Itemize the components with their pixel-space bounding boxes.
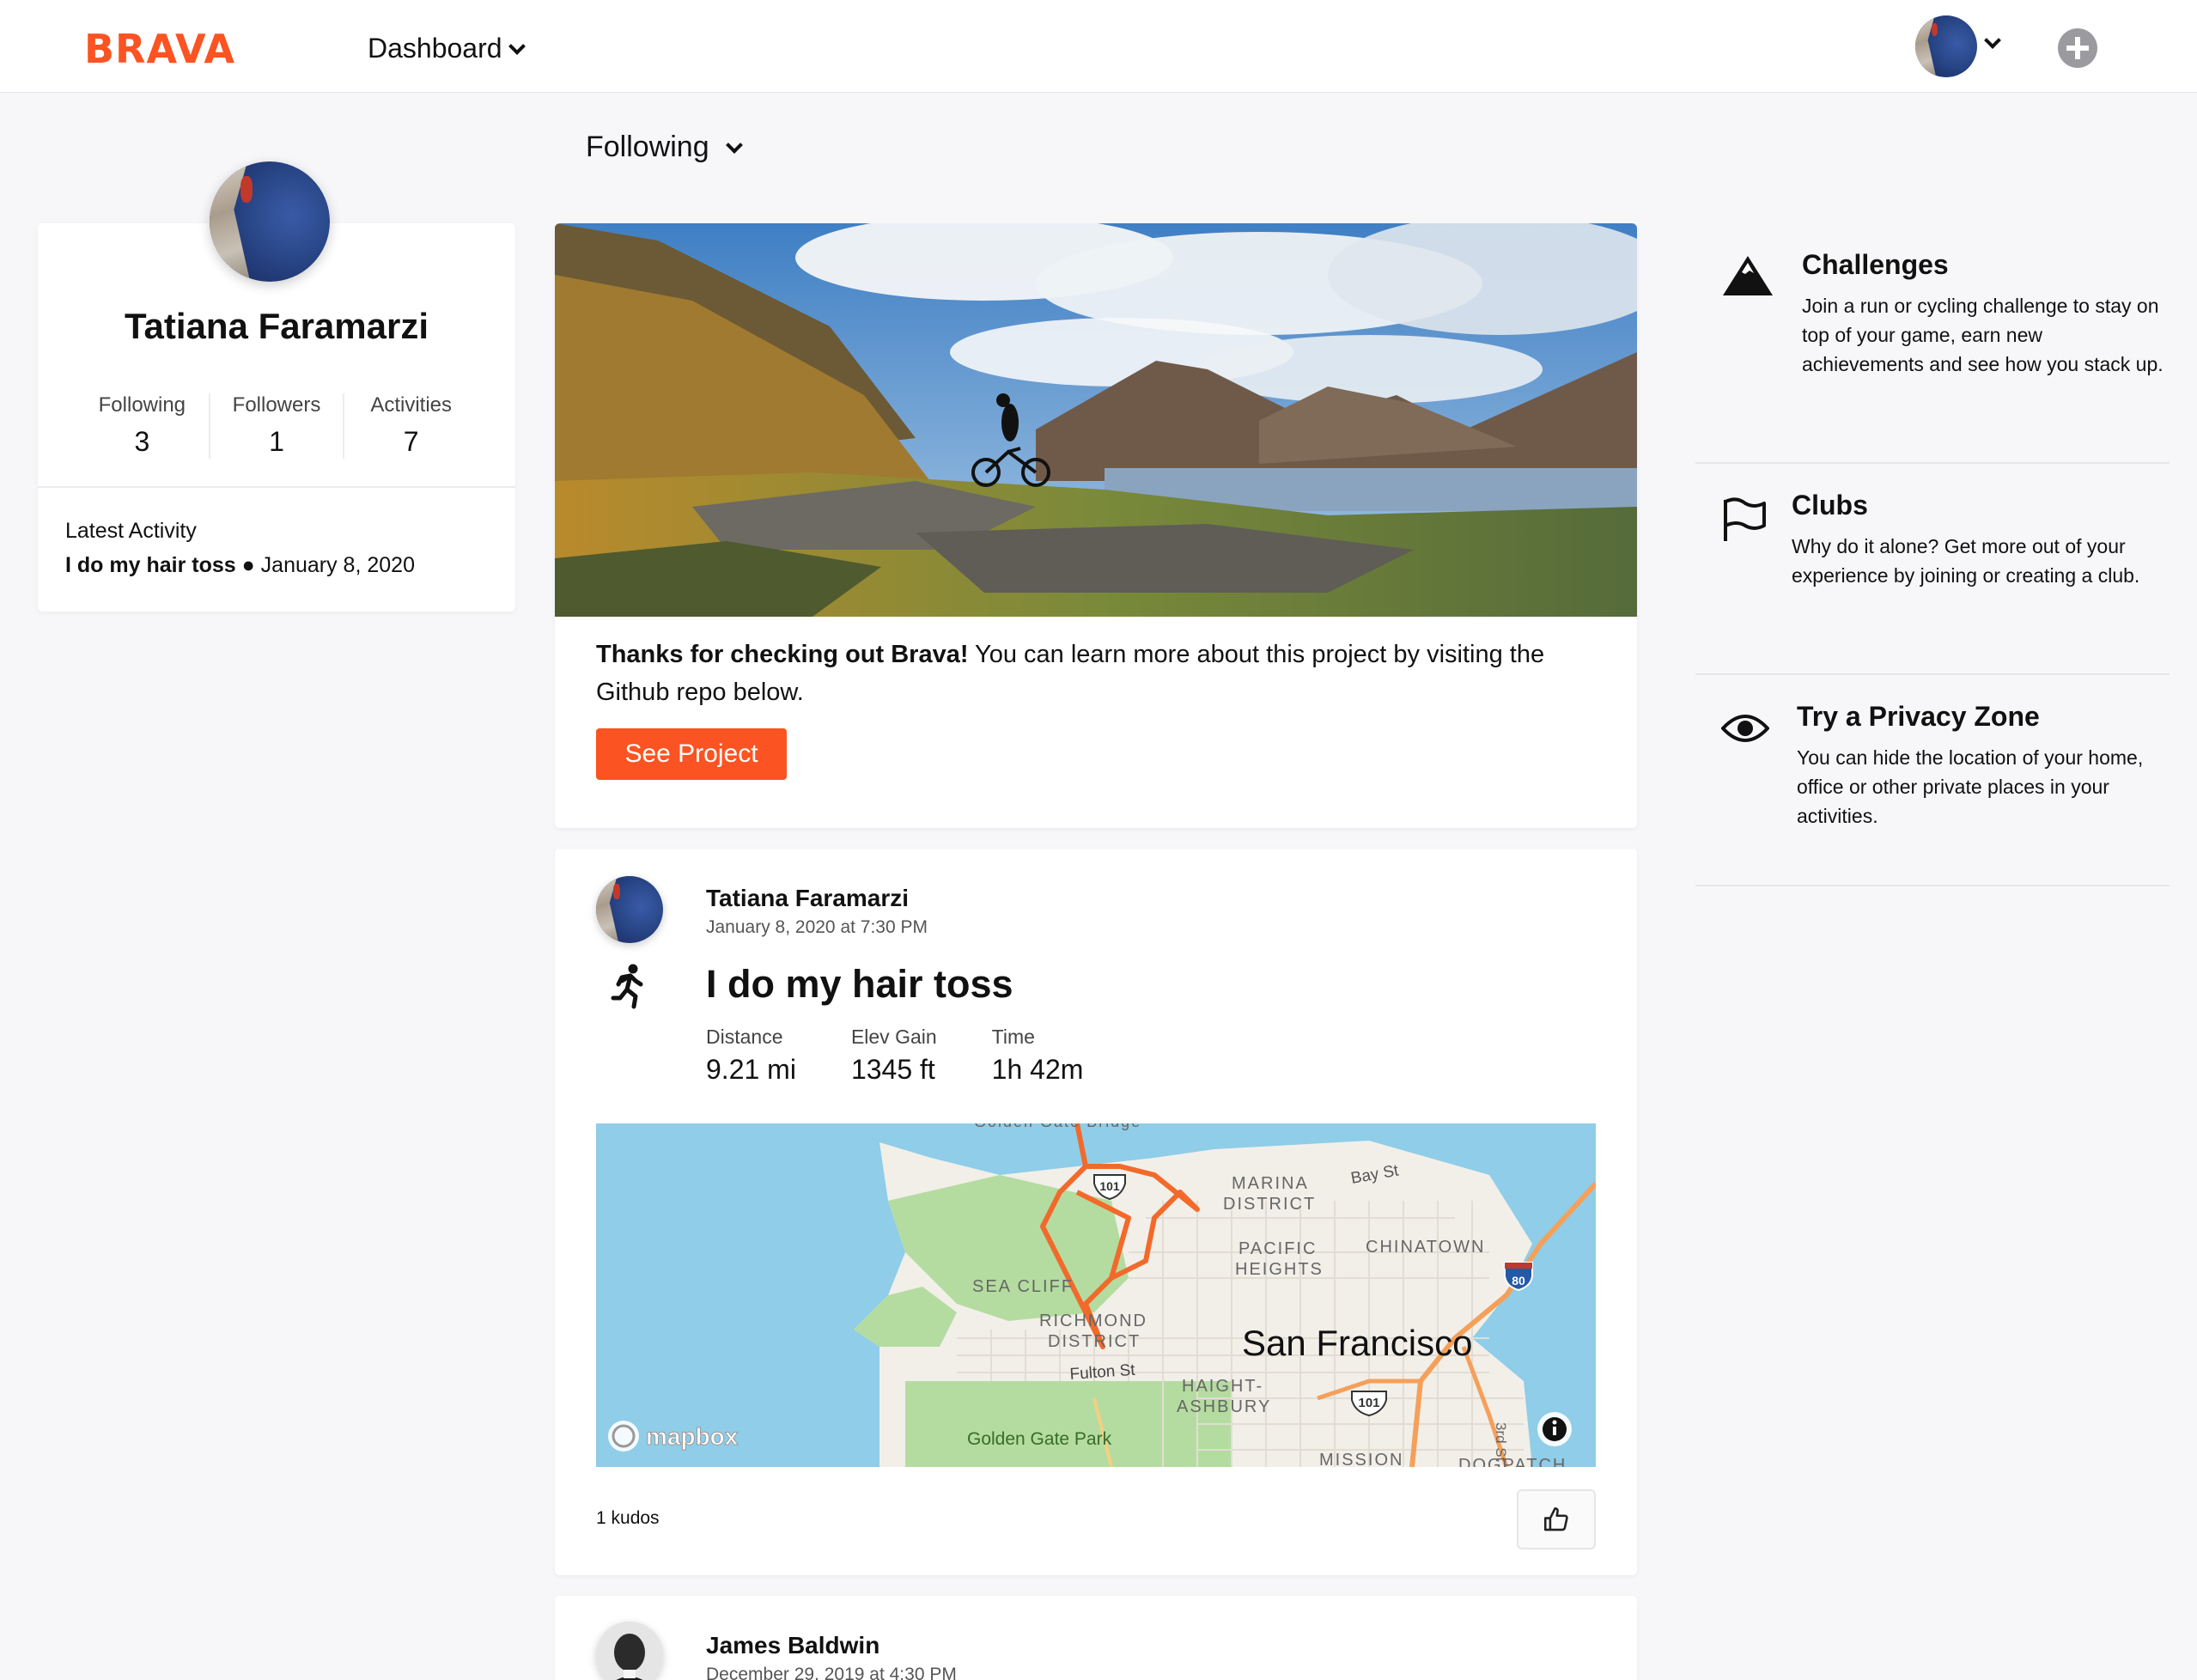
sidebar-item-challenges[interactable]: Challenges Join a run or cycling challen… bbox=[1695, 249, 2170, 464]
mapbox-logo: mapbox bbox=[608, 1421, 739, 1452]
metric-label: Distance bbox=[706, 1026, 783, 1048]
map-label-3rd-st: 3rd St bbox=[1493, 1422, 1509, 1462]
give-kudos-button[interactable] bbox=[1517, 1489, 1596, 1549]
activity-author[interactable]: James Baldwin bbox=[706, 1632, 879, 1659]
sidebar-item-privacy-zone[interactable]: Try a Privacy Zone You can hide the loca… bbox=[1695, 701, 2170, 886]
map-label-haight: HAIGHT- bbox=[1182, 1377, 1263, 1396]
stat-label: Followers bbox=[232, 393, 321, 417]
map-label-heights: HEIGHTS bbox=[1235, 1260, 1324, 1279]
sidebar-desc: You can hide the location of your home, … bbox=[1797, 746, 2144, 827]
map-label-chinatown: CHINATOWN bbox=[1366, 1238, 1485, 1257]
map-label-richmond-district: DISTRICT bbox=[1048, 1332, 1141, 1351]
latest-activity: I do my hair toss ● January 8, 2020 bbox=[65, 553, 415, 578]
flag-icon bbox=[1724, 497, 1766, 541]
activity-author[interactable]: Tatiana Faramarzi bbox=[706, 885, 909, 912]
activity-date: January 8, 2020 at 7:30 PM bbox=[706, 917, 928, 937]
bullet-separator: ● bbox=[235, 553, 261, 577]
avatar[interactable] bbox=[596, 876, 663, 943]
metric-time: Time 1h 42m bbox=[992, 1026, 1084, 1086]
sidebar-title: Clubs bbox=[1792, 490, 1868, 520]
map-label-sea-cliff: SEA CLIFF bbox=[972, 1277, 1074, 1296]
latest-activity-label: Latest Activity bbox=[65, 519, 197, 543]
stat-label: Activities bbox=[370, 393, 453, 417]
stat-following[interactable]: Following 3 bbox=[76, 393, 210, 459]
activity-date: December 29, 2019 at 4:30 PM bbox=[706, 1665, 957, 1680]
metric-label: Elev Gain bbox=[850, 1026, 937, 1048]
activity-metrics: Distance 9.21 mi Elev Gain 1345 ft Time … bbox=[706, 1026, 1083, 1086]
metric-value: 1345 ft bbox=[850, 1054, 935, 1085]
stat-value: 7 bbox=[403, 426, 419, 457]
welcome-card: Thanks for checking out Brava! You can l… bbox=[555, 223, 1637, 828]
stat-value: 1 bbox=[269, 426, 284, 457]
route-map[interactable]: 101 101 80 Golden Gate Bridge MARINA DIS… bbox=[596, 1123, 1596, 1467]
kudos-count[interactable]: 1 kudos bbox=[596, 1508, 660, 1529]
map-label-city: San Francisco bbox=[1242, 1323, 1472, 1363]
latest-activity-date: January 8, 2020 bbox=[260, 553, 415, 577]
hwy-101-label: 101 bbox=[1099, 1179, 1120, 1193]
dashboard-label: Dashboard bbox=[368, 33, 502, 64]
user-avatar[interactable] bbox=[1915, 15, 1977, 77]
stat-followers[interactable]: Followers 1 bbox=[210, 393, 345, 459]
activity-card: Tatiana Faramarzi January 8, 2020 at 7:3… bbox=[555, 849, 1637, 1575]
metric-elev-gain: Elev Gain 1345 ft bbox=[851, 1026, 937, 1086]
chevron-down-icon[interactable] bbox=[1984, 32, 2001, 49]
metric-distance: Distance 9.21 mi bbox=[706, 1026, 796, 1086]
brava-logo[interactable]: BRAVA bbox=[84, 26, 235, 72]
sidebar-item-clubs[interactable]: Clubs Why do it alone? Get more out of y… bbox=[1695, 490, 2170, 675]
mountain-icon bbox=[1723, 256, 1773, 295]
feed-filter-select[interactable]: Following bbox=[586, 131, 743, 164]
welcome-bold: Thanks for checking out Brava! bbox=[596, 641, 969, 668]
dashboard-menu[interactable]: Dashboard bbox=[368, 33, 526, 64]
mapbox-attribution: mapbox bbox=[646, 1423, 739, 1450]
stat-label: Following bbox=[98, 393, 186, 417]
see-project-button[interactable]: See Project bbox=[596, 728, 787, 780]
metric-label: Time bbox=[991, 1026, 1035, 1048]
latest-activity-title[interactable]: I do my hair toss bbox=[65, 553, 236, 577]
eye-icon bbox=[1721, 715, 1769, 742]
sidebar-title: Challenges bbox=[1802, 249, 1949, 280]
hwy-101-label: 101 bbox=[1358, 1396, 1379, 1410]
stat-activities[interactable]: Activities 7 bbox=[344, 393, 478, 459]
chevron-down-icon bbox=[508, 37, 526, 55]
metric-value: 1h 42m bbox=[991, 1054, 1084, 1085]
i80-label: 80 bbox=[1512, 1274, 1525, 1287]
map-label-golden-gate-bridge: Golden Gate Bridge bbox=[974, 1123, 1141, 1130]
map-label-mission: MISSION bbox=[1319, 1451, 1403, 1467]
activity-title[interactable]: I do my hair toss bbox=[706, 962, 1013, 1007]
metric-value: 9.21 mi bbox=[706, 1054, 796, 1085]
stat-value: 3 bbox=[134, 426, 150, 457]
profile-avatar[interactable] bbox=[210, 161, 330, 282]
sidebar-title: Try a Privacy Zone bbox=[1797, 701, 2040, 732]
avatar[interactable] bbox=[596, 1622, 663, 1680]
i80-shield: 80 bbox=[1504, 1262, 1533, 1292]
map-label-marina: MARINA bbox=[1232, 1174, 1309, 1193]
sidebar-desc: Join a run or cycling challenge to stay … bbox=[1802, 295, 2164, 375]
map-label-marina-district: DISTRICT bbox=[1223, 1195, 1316, 1214]
divider bbox=[38, 486, 515, 488]
feed-filter-label: Following bbox=[586, 131, 709, 163]
map-label-richmond: RICHMOND bbox=[1039, 1312, 1147, 1330]
welcome-text: Thanks for checking out Brava! You can l… bbox=[596, 636, 1601, 711]
map-label-ashbury: ASHBURY bbox=[1177, 1397, 1271, 1416]
thumbs-up-icon bbox=[1543, 1507, 1568, 1531]
map-label-pacific: PACIFIC bbox=[1238, 1239, 1317, 1258]
hero-image bbox=[555, 223, 1637, 617]
activity-card: James Baldwin December 29, 2019 at 4:30 … bbox=[555, 1596, 1637, 1680]
running-icon bbox=[611, 964, 643, 1009]
profile-stats: Following 3 Followers 1 Activities 7 bbox=[76, 393, 478, 459]
map-label-dogpatch: DOGPATCH bbox=[1458, 1456, 1567, 1467]
add-activity-icon[interactable] bbox=[2058, 28, 2097, 68]
top-navbar: BRAVA Dashboard bbox=[0, 0, 2197, 93]
chevron-down-icon bbox=[725, 136, 743, 154]
map-label-golden-gate-park: Golden Gate Park bbox=[967, 1429, 1112, 1449]
sidebar-desc: Why do it alone? Get more out of your ex… bbox=[1792, 535, 2140, 587]
info-icon[interactable] bbox=[1537, 1412, 1572, 1446]
profile-name[interactable]: Tatiana Faramarzi bbox=[38, 306, 515, 347]
